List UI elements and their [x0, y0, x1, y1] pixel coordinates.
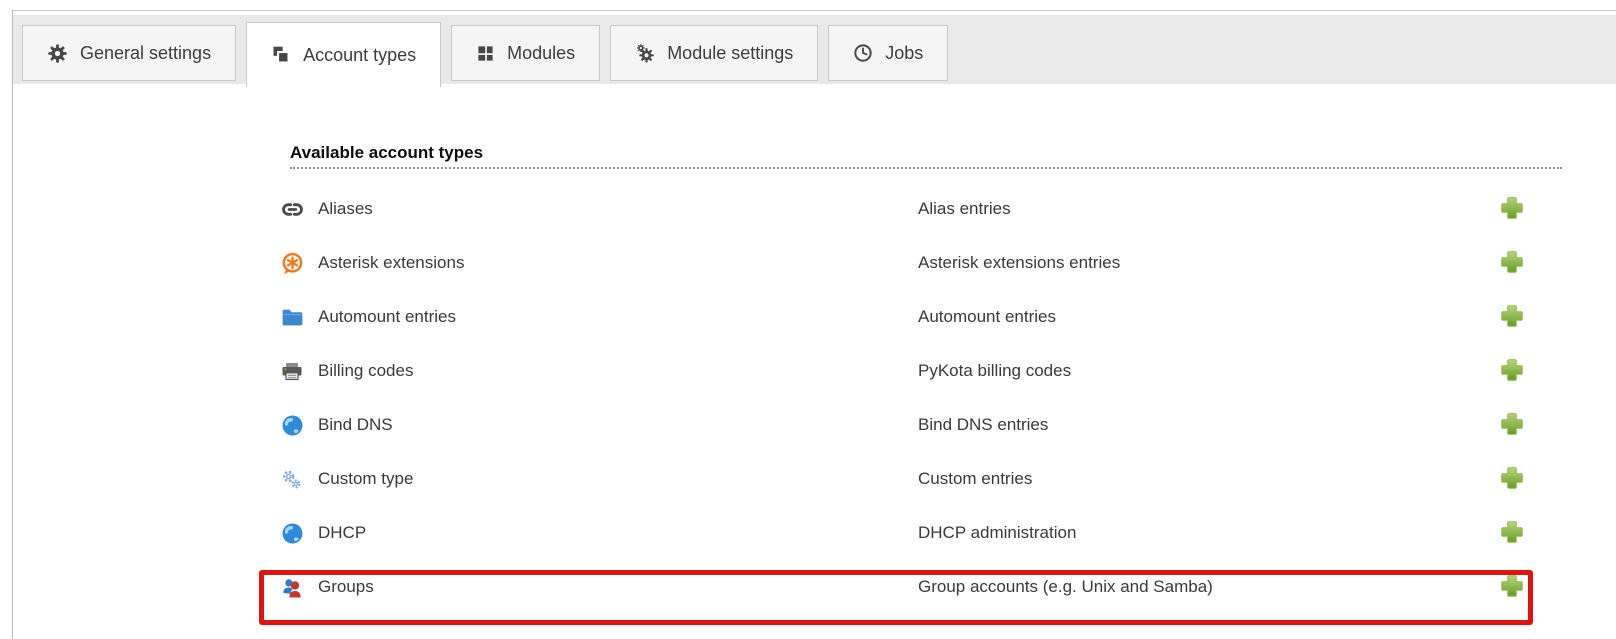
- plus-icon: [1498, 302, 1526, 333]
- folder-icon: [280, 305, 318, 330]
- account-type-row-billing-codes: Billing codesPyKota billing codes: [280, 344, 1562, 398]
- plus-icon: [1498, 194, 1526, 225]
- account-type-name: Bind DNS: [318, 415, 918, 435]
- tab-modules[interactable]: Modules: [451, 25, 600, 81]
- custom-gears-icon: [280, 468, 318, 491]
- account-type-row-groups: GroupsGroup accounts (e.g. Unix and Samb…: [280, 560, 1562, 614]
- account-type-row-asterisk-extensions: Asterisk extensionsAsterisk extensions e…: [280, 236, 1562, 290]
- gear-icon: [47, 43, 68, 64]
- clock-icon: [853, 43, 873, 63]
- account-type-description: Group accounts (e.g. Unix and Samba): [918, 577, 1462, 597]
- config-page: General settings Account types Modules Modu…: [0, 0, 1616, 639]
- account-type-description: PyKota billing codes: [918, 361, 1462, 381]
- add-account-type-button[interactable]: [1498, 465, 1527, 494]
- account-type-name: Automount entries: [318, 307, 918, 327]
- layers-icon: [271, 45, 291, 65]
- add-account-type-button[interactable]: [1498, 411, 1527, 440]
- add-account-type-button[interactable]: [1498, 357, 1527, 386]
- account-type-description: Bind DNS entries: [918, 415, 1462, 435]
- tab-label: Module settings: [667, 43, 793, 64]
- tab-label: Modules: [507, 43, 575, 64]
- add-account-type-button[interactable]: [1498, 249, 1527, 278]
- link-icon: [280, 197, 318, 222]
- plus-icon: [1498, 248, 1526, 279]
- tab-jobs[interactable]: Jobs: [828, 25, 948, 81]
- users-icon: [280, 575, 318, 600]
- account-type-name: DHCP: [318, 523, 918, 543]
- asterisk-icon: [280, 251, 318, 276]
- tab-account-types[interactable]: Account types: [246, 22, 441, 87]
- plus-icon: [1498, 410, 1526, 441]
- account-type-name: Groups: [318, 577, 918, 597]
- account-type-description: Alias entries: [918, 199, 1462, 219]
- plus-icon: [1498, 572, 1526, 603]
- account-type-name: Billing codes: [318, 361, 918, 381]
- account-type-name: Asterisk extensions: [318, 253, 918, 273]
- section-title: Available account types: [290, 144, 483, 162]
- account-type-description: Asterisk extensions entries: [918, 253, 1462, 273]
- account-type-row-bind-dns: Bind DNSBind DNS entries: [280, 398, 1562, 452]
- account-type-description: Automount entries: [918, 307, 1462, 327]
- account-type-description: Custom entries: [918, 469, 1462, 489]
- tab-bar: General settings Account types Modules Modu…: [13, 15, 1616, 84]
- account-type-name: Custom type: [318, 469, 918, 489]
- section-divider: [290, 167, 1562, 169]
- add-account-type-button[interactable]: [1498, 195, 1527, 224]
- plus-icon: [1498, 464, 1526, 495]
- account-types-list: AliasesAlias entriesAsterisk extensionsA…: [280, 182, 1562, 614]
- tab-label: Account types: [303, 45, 416, 66]
- plus-icon: [1498, 518, 1526, 549]
- grid-icon: [476, 44, 495, 63]
- tab-module-settings[interactable]: Module settings: [610, 25, 818, 81]
- gears-icon: [635, 43, 655, 63]
- account-type-description: DHCP administration: [918, 523, 1462, 543]
- globe-icon: [280, 413, 318, 438]
- account-type-row-custom-type: Custom typeCustom entries: [280, 452, 1562, 506]
- add-account-type-button[interactable]: [1498, 303, 1527, 332]
- globe-icon: [280, 521, 318, 546]
- tab-label: General settings: [80, 43, 211, 64]
- account-type-row-aliases: AliasesAlias entries: [280, 182, 1562, 236]
- add-account-type-button[interactable]: [1498, 519, 1527, 548]
- account-type-row-dhcp: DHCPDHCP administration: [280, 506, 1562, 560]
- account-type-row-automount-entries: Automount entriesAutomount entries: [280, 290, 1562, 344]
- tab-general-settings[interactable]: General settings: [22, 25, 236, 81]
- plus-icon: [1498, 356, 1526, 387]
- tab-label: Jobs: [885, 43, 923, 64]
- account-type-name: Aliases: [318, 199, 918, 219]
- printer-icon: [280, 359, 318, 383]
- add-account-type-button[interactable]: [1498, 573, 1527, 602]
